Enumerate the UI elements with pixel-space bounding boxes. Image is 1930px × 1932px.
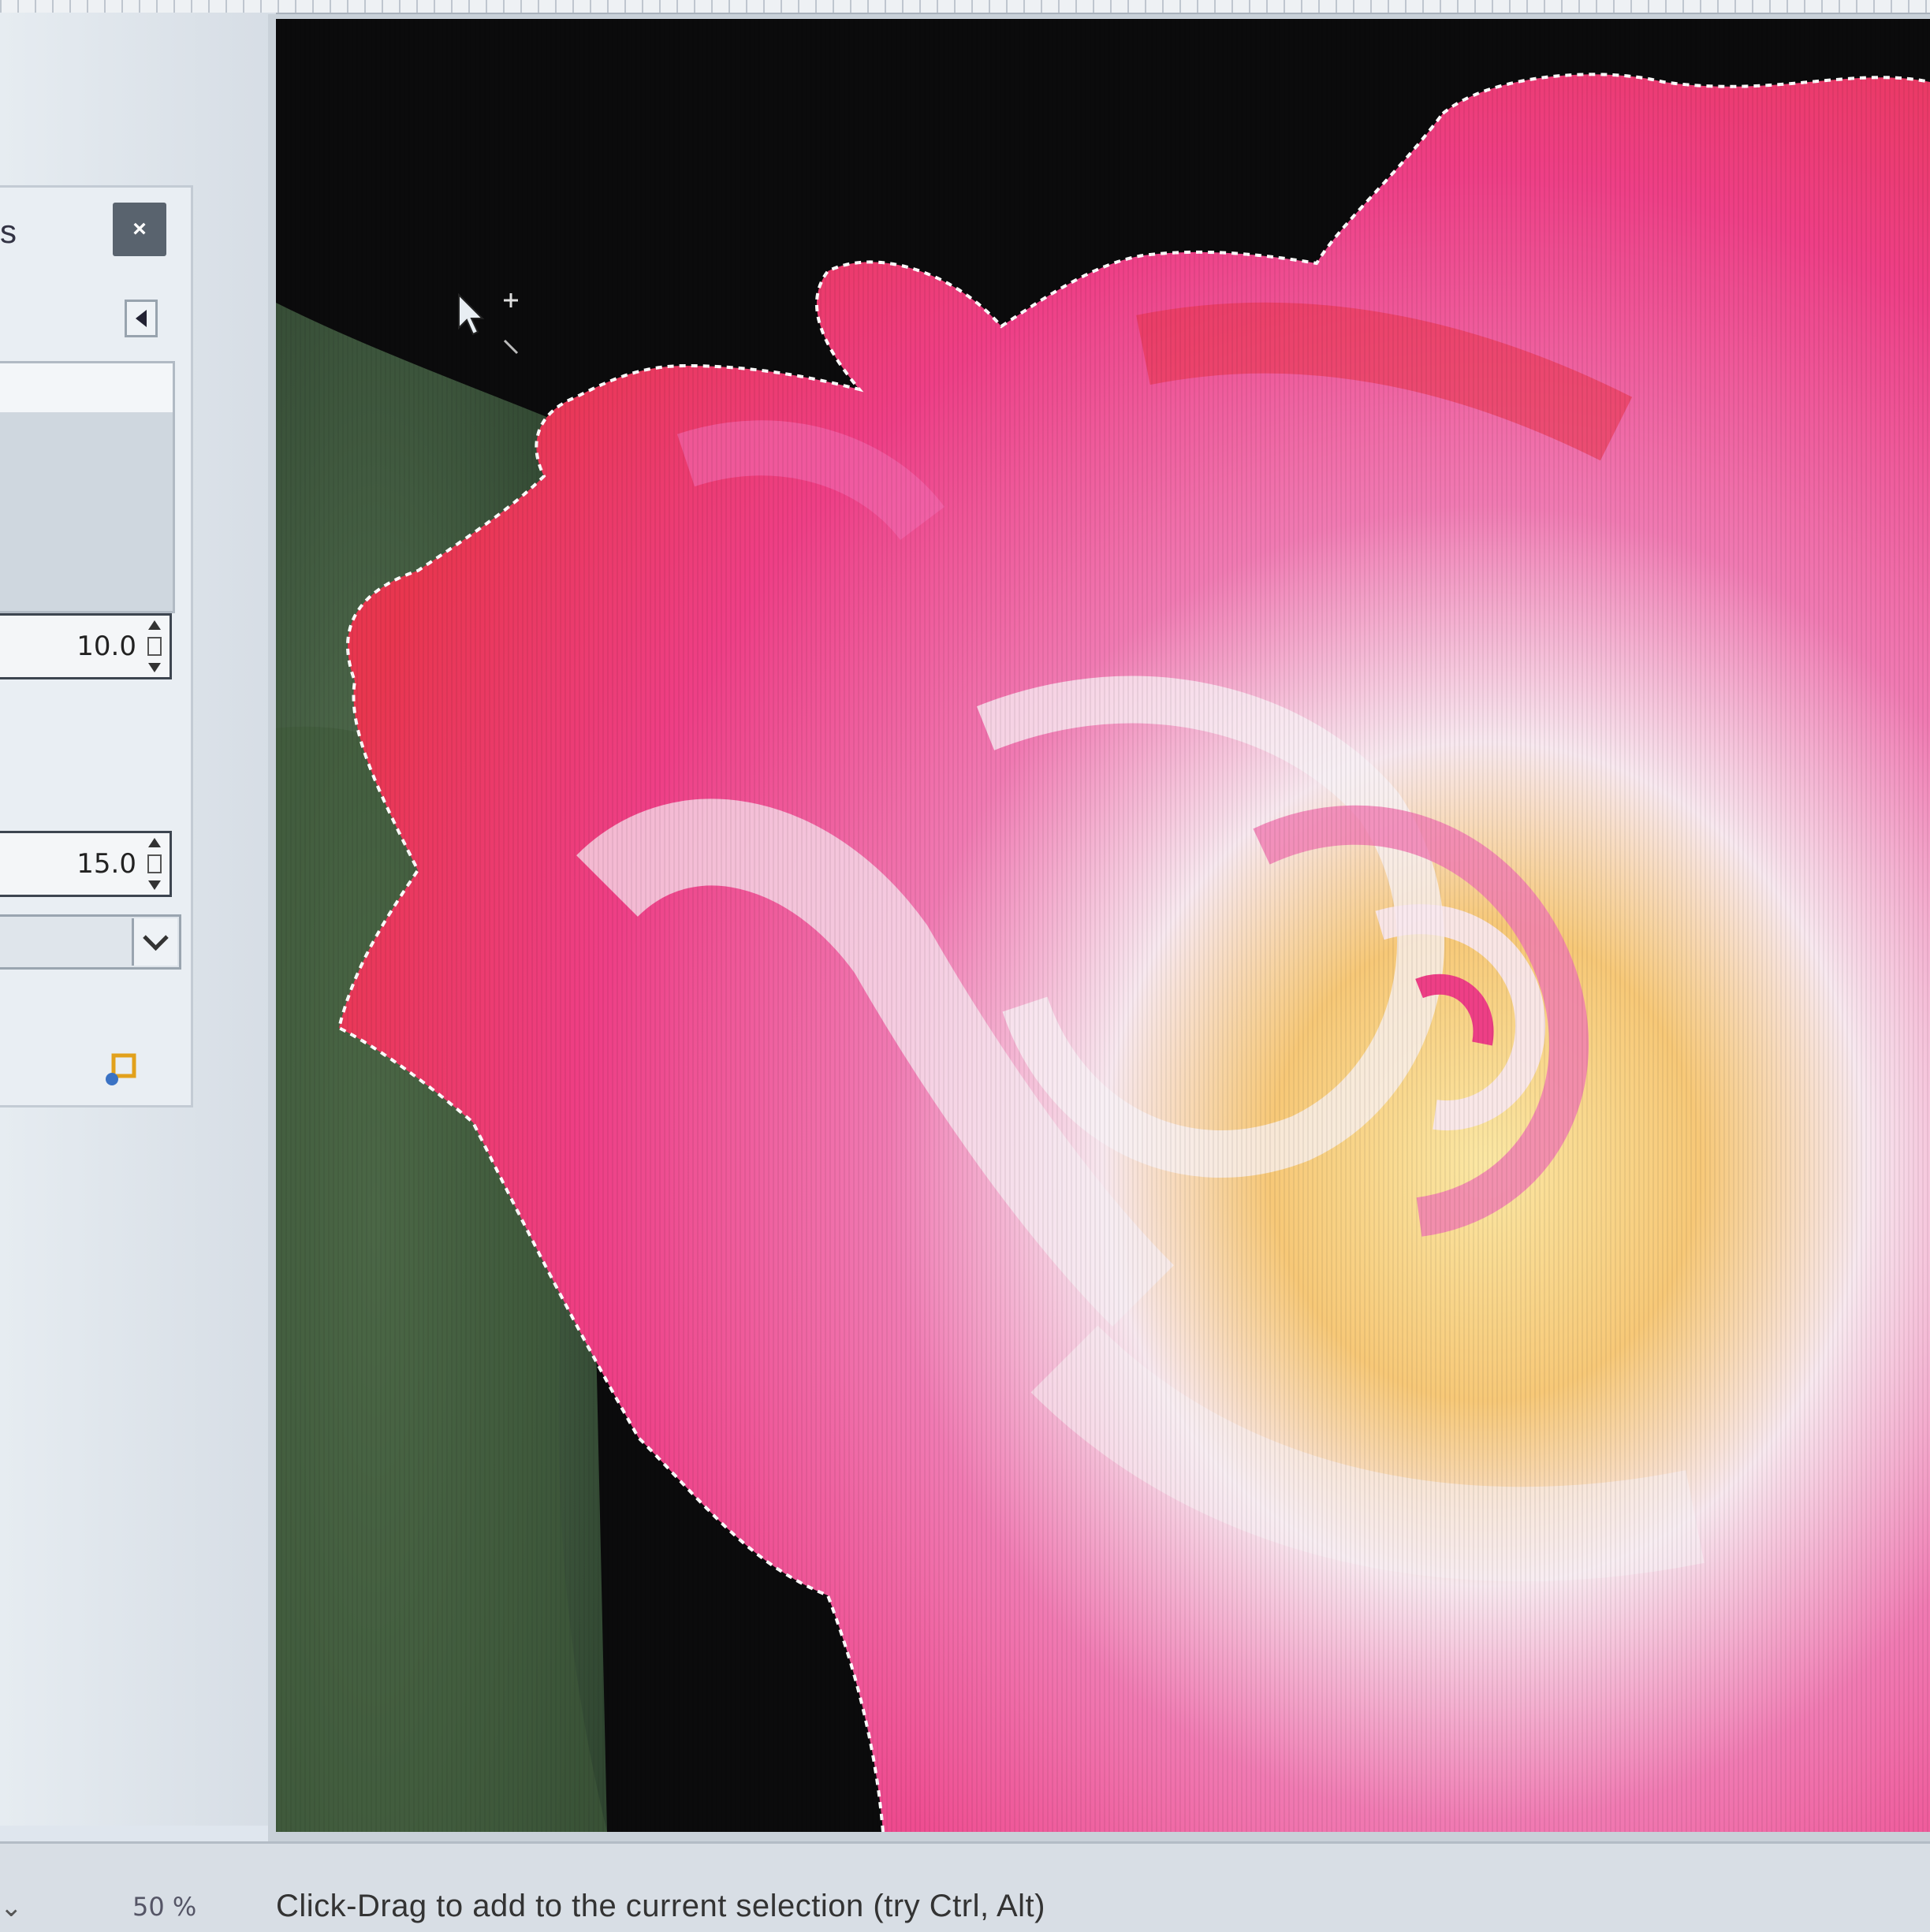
spin-value-2: 15.0 <box>76 848 136 880</box>
spin-value-1: 10.0 <box>76 631 136 662</box>
spin-slider-icon[interactable] <box>147 637 162 656</box>
reset-icon[interactable] <box>102 1052 139 1089</box>
spin-down-icon[interactable] <box>148 880 161 890</box>
mode-list[interactable] <box>0 361 175 613</box>
mouse-pointer-icon <box>458 293 519 355</box>
spin-down-icon[interactable] <box>148 663 161 672</box>
combo-dropdown-button[interactable] <box>132 918 177 966</box>
close-icon[interactable]: × <box>113 203 166 256</box>
spin-arrows-2[interactable] <box>143 838 166 890</box>
options-combo[interactable] <box>0 914 181 970</box>
zoom-combo[interactable]: 50 % <box>132 1892 196 1922</box>
unit-combo[interactable]: ⌄ <box>0 1892 23 1923</box>
image-canvas[interactable] <box>276 19 1930 1832</box>
rose-image[interactable] <box>276 19 1930 1832</box>
panel-menu-button[interactable] <box>125 300 158 337</box>
status-hint: Click-Drag to add to the current selecti… <box>276 1889 1045 1923</box>
chevron-down-icon <box>143 925 169 951</box>
spin-field-1[interactable]: 10.0 <box>0 613 172 679</box>
triangle-left-icon <box>136 310 147 327</box>
spin-arrows-1[interactable] <box>143 620 166 672</box>
panel-title: s <box>0 213 17 250</box>
spin-slider-icon[interactable] <box>147 854 162 873</box>
spin-field-2[interactable]: 15.0 <box>0 831 172 897</box>
close-label: × <box>132 216 147 242</box>
top-ruler[interactable] <box>0 0 1930 14</box>
spin-up-icon[interactable] <box>148 838 161 847</box>
list-item[interactable] <box>0 363 173 412</box>
spin-up-icon[interactable] <box>148 620 161 630</box>
